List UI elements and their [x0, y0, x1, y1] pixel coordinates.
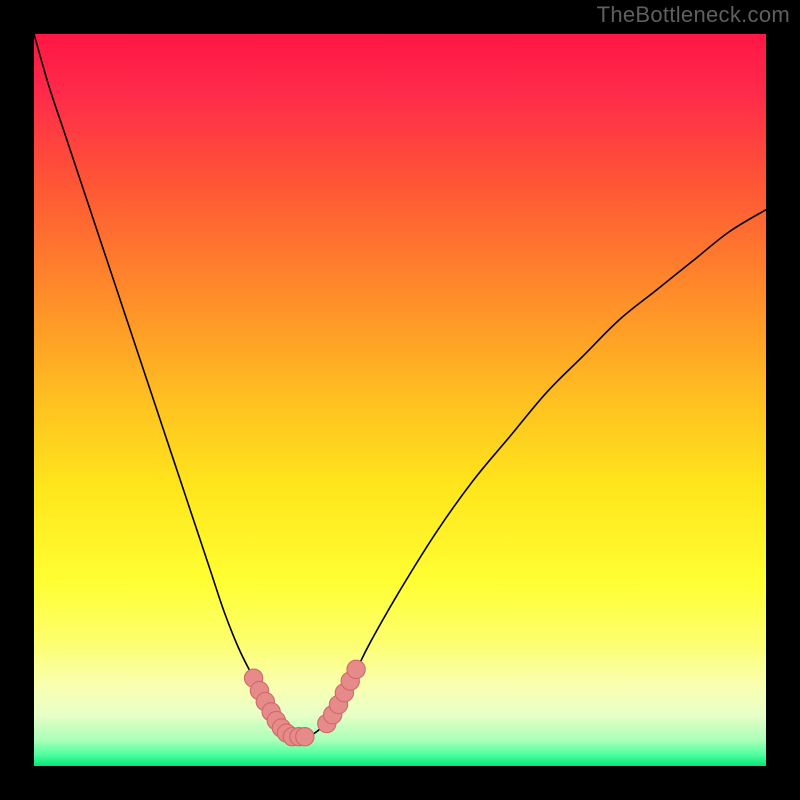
marker-dot [296, 728, 314, 746]
gradient-background [34, 34, 766, 766]
chart-canvas: TheBottleneck.com [0, 0, 800, 800]
watermark-text: TheBottleneck.com [597, 2, 790, 28]
marker-dot [347, 660, 365, 678]
plot-area [34, 34, 766, 766]
